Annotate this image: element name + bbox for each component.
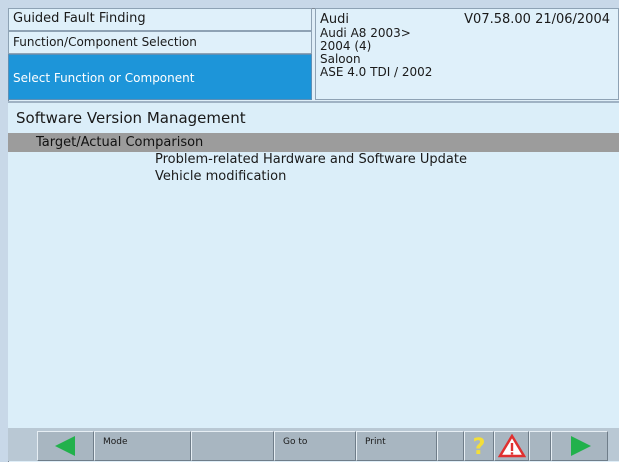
forward-button[interactable] (551, 431, 608, 461)
list-item[interactable]: Vehicle modification (155, 169, 286, 185)
blank-button[interactable] (191, 431, 274, 461)
print-button[interactable]: Print (356, 431, 437, 461)
arrow-right-icon (570, 436, 591, 456)
engine-code: ASE 4.0 TDI / 2002 (320, 65, 433, 79)
print-button-label: Print (365, 437, 386, 447)
mode-title[interactable]: Guided Fault Finding (8, 8, 312, 31)
mode-button[interactable]: Mode (94, 431, 191, 461)
warning-button[interactable] (494, 431, 529, 461)
current-step-title[interactable]: Select Function or Component (8, 54, 312, 100)
navigation-header: Guided Fault Finding Function/Component … (8, 8, 314, 100)
list-item[interactable]: Problem-related Hardware and Software Up… (155, 152, 467, 168)
goto-button-label: Go to (283, 437, 308, 447)
arrow-left-icon (54, 436, 75, 456)
warning-triangle-icon (497, 434, 526, 458)
bottom-toolbar: Mode Go to Print ? (8, 428, 619, 461)
question-mark-icon: ? (473, 435, 486, 458)
spacer-button[interactable] (529, 431, 551, 461)
vehicle-make: Audi (320, 12, 349, 27)
list-item-label: Target/Actual Comparison (36, 135, 204, 150)
list-item-selected[interactable]: Target/Actual Comparison (8, 133, 619, 152)
model-year: 2004 (4) (320, 39, 372, 53)
page-title: Software Version Management (16, 109, 246, 127)
software-version: V07.58.00 21/06/2004 (464, 12, 610, 27)
svg-text:?: ? (473, 435, 486, 458)
goto-button[interactable]: Go to (274, 431, 356, 461)
step-title[interactable]: Function/Component Selection (8, 31, 312, 54)
spacer-button[interactable] (437, 431, 464, 461)
vehicle-info-panel: Audi V07.58.00 21/06/2004 Audi A8 2003> … (315, 8, 619, 100)
function-list-panel: Software Version Management Target/Actua… (8, 101, 619, 428)
mode-button-label: Mode (103, 437, 128, 447)
back-button[interactable] (37, 431, 94, 461)
help-button[interactable]: ? (464, 431, 494, 461)
